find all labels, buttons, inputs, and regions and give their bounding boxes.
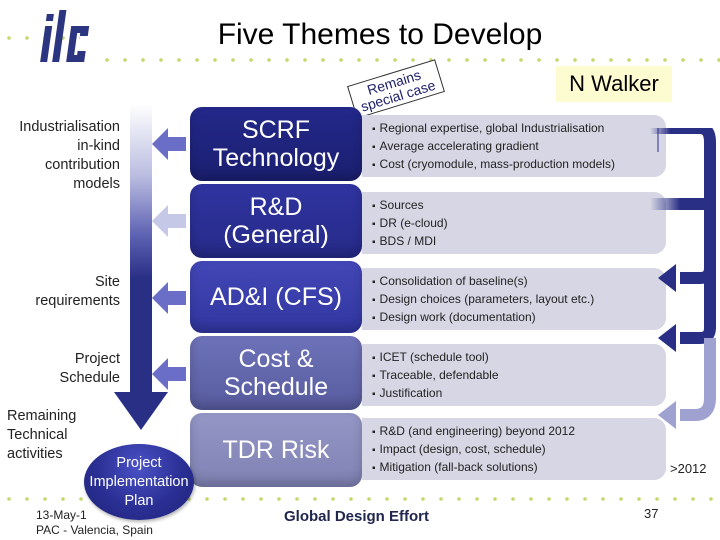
progression-arrow-shaft: [130, 104, 152, 394]
feedback-input-rd: [650, 198, 710, 210]
theme-tdr-risk: TDR Risk: [190, 413, 362, 487]
feedback-arrows: [650, 128, 716, 429]
progression-arrow-head: [114, 392, 168, 430]
arrow-left-icon: [152, 358, 186, 390]
arrow-left-icon: [658, 264, 676, 292]
project-implementation-plan: Project Implementation Plan: [84, 444, 194, 520]
theme-rd-general: R&D (General): [190, 184, 362, 258]
feedback-path-adi: [680, 267, 716, 284]
slide-title: Five Themes to Develop: [217, 18, 543, 51]
label-industrialisation: Industrialisation in-kind contribution m…: [19, 119, 120, 192]
page-number: 37: [644, 506, 659, 521]
label-remaining-technical: Remaining Technical activities: [7, 408, 77, 462]
arrow-left-icon: [152, 128, 186, 160]
footer-venue: PAC - Valencia, Spain: [36, 523, 153, 537]
theme-adi-cfs: AD&I (CFS): [190, 261, 362, 333]
header-dotted-rule: [98, 58, 720, 62]
author-badge: N Walker: [556, 66, 672, 102]
ilc-logo: [40, 6, 100, 66]
arrow-left-icon: [658, 401, 676, 429]
arrow-left-icon: [152, 205, 186, 237]
footer-organization: Global Design Effort: [284, 508, 430, 525]
theme-scrf-technology: SCRF Technology: [190, 107, 362, 181]
feedback-input-scrf: [650, 128, 690, 134]
callout-note: Remains special case: [347, 59, 445, 119]
label-project-schedule: Project Schedule: [59, 351, 120, 386]
label-site-requirements: Site requirements: [35, 274, 120, 309]
beyond-2012-label: >2012: [670, 461, 707, 476]
theme-cost-schedule: Cost & Schedule: [190, 336, 362, 410]
arrow-left-icon: [152, 282, 186, 314]
feedback-path-main: [680, 128, 716, 344]
arrow-left-icon: [658, 324, 676, 352]
feedback-path-tdr: [680, 338, 716, 421]
